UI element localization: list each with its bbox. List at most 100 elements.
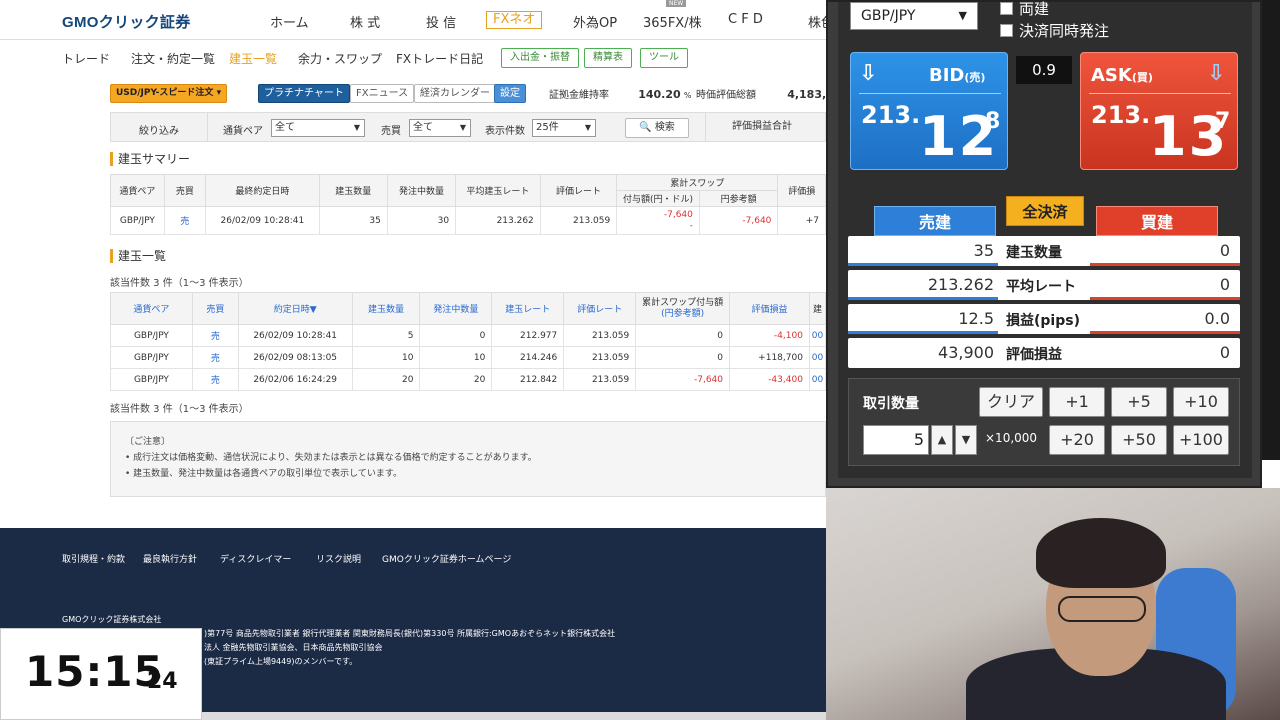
pos-more[interactable]: 00 — [808, 324, 826, 347]
buy-positions-tab[interactable]: 買建 — [1096, 206, 1218, 236]
summary-swap-sub: - — [689, 220, 693, 231]
footer-link-disclaimer[interactable]: ディスクレイマー — [220, 552, 291, 565]
nav-fx-neo[interactable]: FXネオ — [486, 11, 543, 29]
bid-pip: 8 — [985, 109, 1001, 134]
pos-more[interactable]: 00 — [808, 346, 826, 369]
pos-col-pending[interactable]: 発注中数量 — [419, 292, 493, 325]
subnav-fx-diary[interactable]: FXトレード日記 — [396, 50, 483, 67]
plus-5-button[interactable]: +5 — [1111, 387, 1167, 417]
panel-pair-select[interactable]: GBP/JPY ▼ — [850, 2, 978, 30]
pos-col-open[interactable]: 建玉レート — [491, 292, 565, 325]
pos-more[interactable]: 00 — [808, 368, 826, 391]
plus-50-button[interactable]: +50 — [1111, 425, 1167, 455]
summary-rate: 213.059 — [539, 206, 618, 235]
search-button[interactable]: 🔍 検索 — [625, 118, 689, 138]
nav-365fx[interactable]: 365FX/株 — [643, 12, 702, 31]
hedge-checkbox-row[interactable]: 両建 — [1000, 0, 1049, 19]
nav-fx-option[interactable]: 外為OP — [573, 12, 617, 31]
chevron-down-icon: ▼ — [584, 123, 591, 132]
footer-link-terms[interactable]: 取引規程・約款 — [62, 552, 125, 565]
statement-button[interactable]: 精算表 — [584, 48, 632, 68]
settings-button[interactable]: 設定 — [494, 84, 526, 103]
filter-bar: 絞り込み 通貨ペア 全て ▼ 売買 全て ▼ 表示件数 25件 ▼ 🔍 検索 評価損益… — [110, 112, 826, 142]
plus-1-button[interactable]: +1 — [1049, 387, 1105, 417]
speed-order-button[interactable]: USD/JPY-スピード注文 ▾ — [110, 84, 228, 103]
summary-side[interactable]: 売 — [163, 206, 207, 235]
pos-open: 212.977 — [491, 324, 565, 347]
pos-col-rate[interactable]: 評価レート — [563, 292, 637, 325]
summary-table: 通貨ペア 売買 最終約定日時 建玉数量 発注中数量 平均建玉レート 評価レート … — [110, 174, 826, 235]
streamer-glasses — [1058, 596, 1146, 622]
pair-select[interactable]: 全て ▼ — [271, 119, 365, 137]
nav-cfd[interactable]: C F D — [728, 12, 763, 27]
econ-calendar-button[interactable]: 経済カレンダー — [414, 84, 496, 103]
pos-swap: 0 — [635, 324, 731, 347]
nav-home[interactable]: ホーム — [270, 12, 309, 31]
valuation-value: 4,183,2 — [787, 88, 826, 101]
fx-news-button[interactable]: FXニュース — [350, 84, 415, 103]
ask-label: ASK(買) — [1091, 65, 1153, 86]
subnav-orders[interactable]: 注文・約定一覧 — [131, 50, 215, 67]
positions-heading: 建玉一覧 — [110, 249, 166, 263]
hedge-checkbox[interactable] — [1000, 2, 1013, 15]
side-select[interactable]: 全て ▼ — [409, 119, 471, 137]
clear-button[interactable]: クリア — [979, 387, 1043, 417]
broker-logo[interactable]: GMOクリック証券 — [62, 11, 191, 32]
chevron-down-icon: ▼ — [958, 9, 967, 22]
footer-link-best-execution[interactable]: 最良執行方針 — [143, 552, 197, 565]
notes-box: 〔ご注意〕 • 成行注文は価格変動、通信状況により、失効または表示とは異なる価格… — [110, 421, 826, 497]
pos-time: 26/02/06 16:24:29 — [237, 368, 353, 391]
settle-checkbox-row[interactable]: 決済同時発注 — [1000, 20, 1109, 41]
summary-qty: 35 — [318, 206, 388, 235]
bid-label-text: BID — [929, 65, 965, 86]
bid-sell-button[interactable]: ⇩ BID(売) 213. 12 8 — [850, 52, 1008, 170]
avg-rate-row: 213.262 平均レート 0 — [848, 270, 1240, 300]
clock-overlay: 15:15 24 — [0, 628, 202, 720]
pos-col-swap-sub: (円参考額) — [661, 308, 705, 319]
sell-positions-tab[interactable]: 売建 — [874, 206, 996, 236]
pos-pair: GBP/JPY — [110, 368, 193, 391]
qty-input[interactable]: 5 — [863, 425, 929, 455]
plus-10-button[interactable]: +10 — [1173, 387, 1229, 417]
platinum-chart-button[interactable]: プラチナチャート — [258, 84, 350, 103]
plus-20-button[interactable]: +20 — [1049, 425, 1105, 455]
buy-valuation-pl: 0 — [1219, 343, 1230, 362]
pos-pending: 10 — [419, 346, 493, 369]
pos-side[interactable]: 売 — [191, 324, 239, 347]
pos-col-pl[interactable]: 評価損益 — [729, 292, 810, 325]
qty-up-button[interactable]: ▲ — [931, 425, 953, 455]
count-select[interactable]: 25件 ▼ — [532, 119, 596, 137]
settle-checkbox[interactable] — [1000, 24, 1013, 37]
pos-side[interactable]: 売 — [191, 346, 239, 369]
broker-page: GMOクリック証券 ホーム 株 式 投 信 FXネオ 外為OP NEW 365F… — [0, 0, 826, 720]
buy-bar — [1090, 263, 1240, 266]
nav-funds[interactable]: 投 信 — [426, 12, 456, 31]
nav-more[interactable]: 株色 — [808, 12, 826, 31]
subnav-trade[interactable]: トレード — [62, 50, 110, 67]
qty-down-button[interactable]: ▼ — [955, 425, 977, 455]
pos-side[interactable]: 売 — [191, 368, 239, 391]
pos-swap: 0 — [635, 346, 731, 369]
subnav-positions[interactable]: 建玉一覧 — [229, 50, 277, 67]
plus-100-button[interactable]: +100 — [1173, 425, 1229, 455]
webcam-overlay — [826, 488, 1280, 720]
notes-line: • 成行注文は価格変動、通信状況により、失効または表示とは異なる価格で約定するこ… — [125, 453, 537, 463]
pos-col-time[interactable]: 約定日時▼ — [237, 292, 353, 325]
nav-stocks[interactable]: 株 式 — [350, 12, 380, 31]
pos-col-pair[interactable]: 通貨ペア — [110, 292, 193, 325]
close-all-button[interactable]: 全決済 — [1006, 196, 1084, 226]
positions-count-bottom: 該当件数 3 件（1～3 件表示） — [110, 404, 249, 415]
subnav-margin-swap[interactable]: 余力・スワップ — [298, 50, 382, 67]
pos-col-qty[interactable]: 建玉数量 — [351, 292, 421, 325]
ask-buy-button[interactable]: ASK(買) ⇩ 213. 13 7 — [1080, 52, 1238, 170]
margin-ratio-label: 証拠金維持率 — [549, 90, 609, 101]
count-select-value: 25件 — [536, 122, 559, 133]
footer-link-risk[interactable]: リスク説明 — [316, 552, 361, 565]
order-quantity-box: 取引数量 クリア +1 +5 +10 5 ▲ ▼ ×10,000 +20 +50… — [848, 378, 1240, 466]
footer-group: (東証プライム上場9449)のメンバーです。 — [204, 657, 358, 666]
footer-link-homepage[interactable]: GMOクリック証券ホームページ — [382, 552, 511, 565]
pos-col-swap-label: 累計スワップ付与額 — [642, 297, 724, 308]
deposit-transfer-button[interactable]: 入出金・振替 — [501, 48, 579, 68]
tools-button[interactable]: ツール — [640, 48, 688, 68]
pos-col-side[interactable]: 売買 — [191, 292, 239, 325]
